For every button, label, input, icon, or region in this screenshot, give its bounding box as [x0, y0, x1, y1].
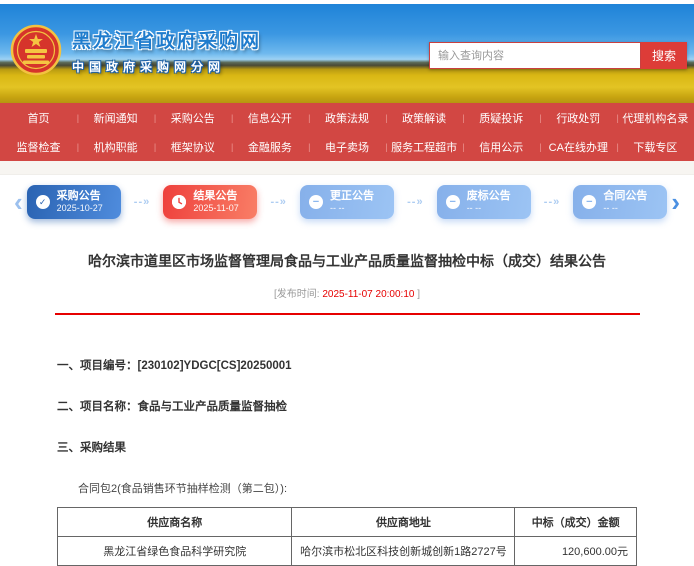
- nav-item-ca-online[interactable]: CA在线办理: [540, 139, 617, 155]
- nav-item-info-disclosure[interactable]: 信息公开: [231, 110, 308, 126]
- procurement-result-line: 三、采购结果: [57, 439, 694, 455]
- nav-row-2: 监督检查 机构职能 框架协议 金融服务 电子卖场 服务工程超市 信用公示 CA在…: [0, 132, 694, 161]
- nav-item-supervision[interactable]: 监督检查: [0, 139, 77, 155]
- site-subtitle: 中国政府采购网分网: [72, 58, 261, 75]
- step-label: 更正公告: [330, 190, 374, 204]
- step-label: 合同公告: [603, 190, 647, 204]
- project-number-line: 一、项目编号：[230102]YDGC[CS]20250001: [57, 357, 694, 373]
- step-date: -- --: [330, 203, 374, 214]
- national-emblem-logo: [10, 22, 62, 83]
- step-date: -- --: [467, 203, 511, 214]
- nav-item-policy-regulation[interactable]: 政策法规: [308, 110, 385, 126]
- site-header: 黑龙江省政府采购网 中国政府采购网分网 搜索: [0, 4, 694, 103]
- nav-item-credit[interactable]: 信用公示: [463, 139, 540, 155]
- nav-item-e-mall[interactable]: 电子卖场: [308, 139, 385, 155]
- result-table: 供应商名称 供应商地址 中标（成交）金额 黑龙江省绿色食品科学研究院 哈尔滨市松…: [57, 507, 637, 566]
- publish-time-line: [发布时间: 2025-11-07 20:00:10 ]: [0, 285, 694, 300]
- announcement-article: 哈尔滨市道里区市场监督管理局食品与工业产品质量监督抽检中标（成交）结果公告 [发…: [0, 251, 694, 566]
- chevron-left-icon[interactable]: ‹: [10, 189, 27, 215]
- page-title: 哈尔滨市道里区市场监督管理局食品与工业产品质量监督抽检中标（成交）结果公告: [30, 251, 664, 272]
- nav-item-functions[interactable]: 机构职能: [77, 139, 154, 155]
- arrow-icon: --»: [531, 196, 574, 208]
- nav-item-service-mart[interactable]: 服务工程超市: [386, 139, 463, 155]
- nav-item-home[interactable]: 首页: [0, 110, 77, 126]
- supplier-name-cell: 黑龙江省绿色食品科学研究院: [58, 537, 292, 566]
- publish-time: 2025-11-07 20:00:10: [322, 289, 414, 300]
- nav-row-1: 首页 新闻通知 采购公告 信息公开 政策法规 政策解读 质疑投诉 行政处罚 代理…: [0, 103, 694, 132]
- step-date: 2025-11-07: [193, 203, 238, 214]
- col-supplier-name: 供应商名称: [58, 508, 292, 537]
- step-label: 采购公告: [57, 190, 103, 204]
- nav-item-framework[interactable]: 框架协议: [154, 139, 231, 155]
- nav-item-agency-directory[interactable]: 代理机构名录: [617, 110, 694, 126]
- red-divider: [55, 313, 640, 315]
- arrow-icon: --»: [121, 196, 164, 208]
- supplier-address-cell: 哈尔滨市松北区科技创新城创新1路2727号: [292, 537, 515, 566]
- minus-circle-icon: −: [446, 195, 460, 209]
- publish-suffix: ]: [417, 289, 420, 300]
- timeline-step-correction-notice[interactable]: − 更正公告 -- --: [300, 185, 394, 219]
- step-label: 结果公告: [193, 190, 238, 204]
- award-amount-cell: 120,600.00元: [515, 537, 637, 566]
- step-label: 废标公告: [467, 190, 511, 204]
- timeline-strip: [0, 161, 694, 175]
- nav-item-admin-penalty[interactable]: 行政处罚: [540, 110, 617, 126]
- page: 黑龙江省政府采购网 中国政府采购网分网 搜索 首页 新闻通知 采购公告 信息公开…: [0, 0, 694, 509]
- main-nav: 首页 新闻通知 采购公告 信息公开 政策法规 政策解读 质疑投诉 行政处罚 代理…: [0, 103, 694, 161]
- nav-item-complaints[interactable]: 质疑投诉: [463, 110, 540, 126]
- step-date: 2025-10-27: [57, 203, 103, 214]
- nav-item-finance[interactable]: 金融服务: [231, 139, 308, 155]
- announcement-timeline: ‹ ✓ 采购公告 2025-10-27 --» 结果公告 2025-11-07 …: [0, 175, 694, 235]
- chevron-right-icon[interactable]: ›: [667, 189, 684, 215]
- contract-package-line: 合同包2(食品销售环节抽样检测（第二包）):: [78, 480, 694, 496]
- nav-item-procurement-notice[interactable]: 采购公告: [154, 110, 231, 126]
- arrow-icon: --»: [394, 196, 437, 208]
- nav-item-policy-interpretation[interactable]: 政策解读: [386, 110, 463, 126]
- search-bar: 搜索: [429, 42, 687, 69]
- project-name-line: 二、项目名称：食品与工业产品质量监督抽检: [57, 398, 694, 414]
- col-award-amount: 中标（成交）金额: [515, 508, 637, 537]
- search-button[interactable]: 搜索: [641, 42, 687, 69]
- search-input[interactable]: [429, 42, 641, 69]
- check-circle-icon: ✓: [36, 195, 50, 209]
- col-supplier-address: 供应商地址: [292, 508, 515, 537]
- minus-circle-icon: −: [582, 195, 596, 209]
- brand-block: 黑龙江省政府采购网 中国政府采购网分网: [72, 26, 261, 75]
- arrow-icon: --»: [257, 196, 300, 208]
- table-header-row: 供应商名称 供应商地址 中标（成交）金额: [58, 508, 637, 537]
- article-sections: 一、项目编号：[230102]YDGC[CS]20250001 二、项目名称：食…: [57, 357, 694, 455]
- timeline-step-cancellation-notice[interactable]: − 废标公告 -- --: [437, 185, 531, 219]
- site-title: 黑龙江省政府采购网: [72, 26, 261, 53]
- publish-label: [发布时间:: [274, 289, 320, 300]
- nav-item-news[interactable]: 新闻通知: [77, 110, 154, 126]
- timeline-step-contract-notice[interactable]: − 合同公告 -- --: [573, 185, 667, 219]
- minus-circle-icon: −: [309, 195, 323, 209]
- timeline-step-procurement-notice[interactable]: ✓ 采购公告 2025-10-27: [27, 185, 121, 219]
- table-row: 黑龙江省绿色食品科学研究院 哈尔滨市松北区科技创新城创新1路2727号 120,…: [58, 537, 637, 566]
- timeline-step-result-notice[interactable]: 结果公告 2025-11-07: [163, 185, 257, 219]
- nav-item-downloads[interactable]: 下载专区: [617, 139, 694, 155]
- clock-icon: [172, 195, 186, 209]
- step-date: -- --: [603, 203, 647, 214]
